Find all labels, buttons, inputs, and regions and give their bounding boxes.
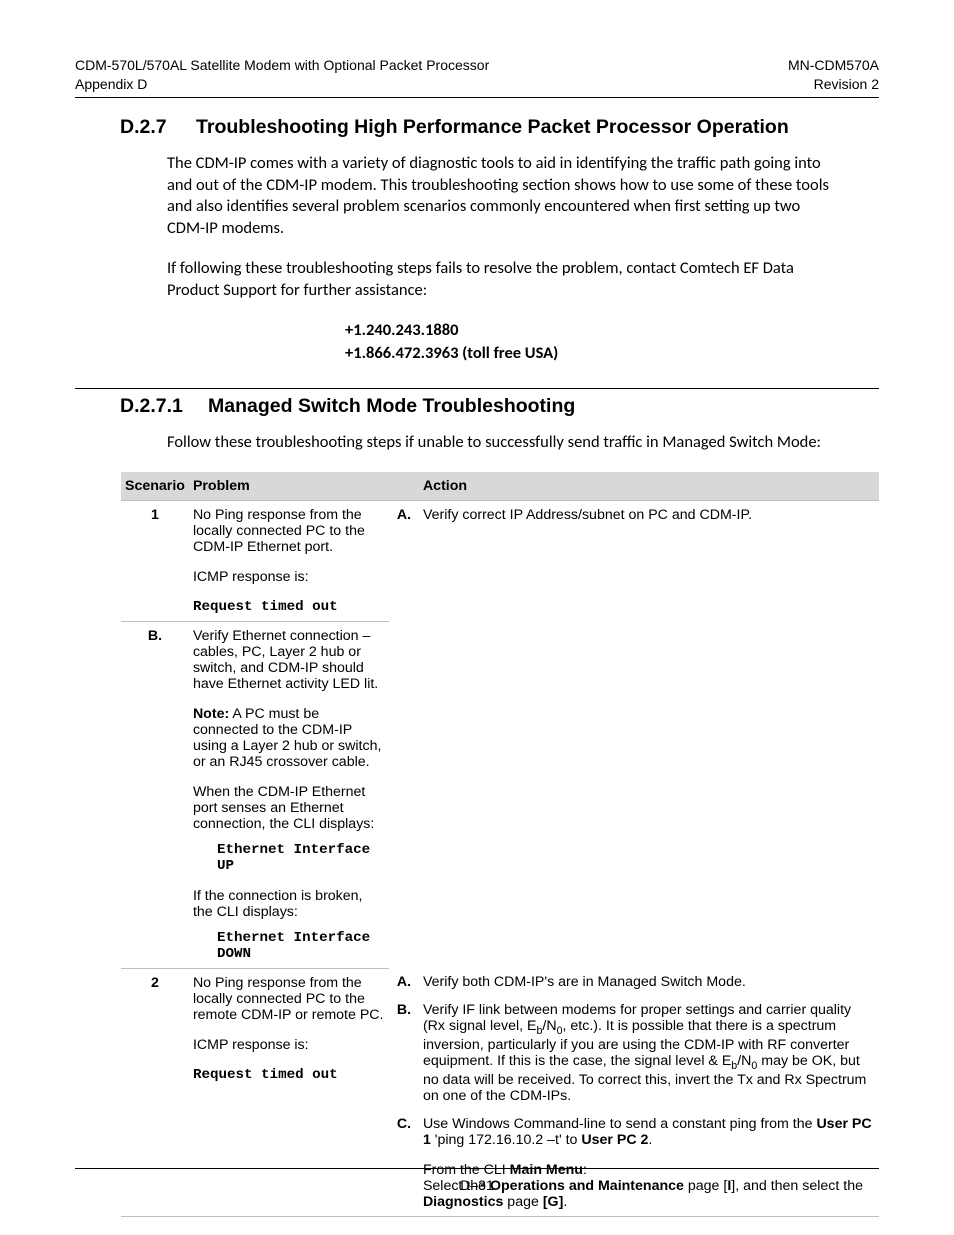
action-letter: C. [389, 1110, 419, 1217]
col-header-action-spacer [389, 472, 419, 501]
problem-text: No Ping response from the locally connec… [193, 975, 385, 1023]
col-header-problem: Problem [189, 472, 389, 501]
action-letter: A. [389, 968, 419, 996]
body-paragraph: If following these troubleshooting steps… [167, 258, 834, 302]
action-text: Verify IF link between modems for proper… [419, 996, 879, 1110]
action-sense-text: When the CDM-IP Ethernet port senses an … [193, 784, 385, 832]
action-ping-instruction: Use Windows Command-line to send a const… [423, 1116, 875, 1148]
table-row: 2 No Ping response from the locally conn… [121, 968, 879, 996]
body-paragraph: The CDM-IP comes with a variety of diagn… [167, 153, 834, 240]
troubleshooting-table: Scenario Problem Action 1 No Ping respon… [121, 472, 879, 1217]
section-number: D.2.7.1 [120, 395, 204, 418]
table-row: B. Verify Ethernet connection – cables, … [121, 621, 879, 968]
section-divider [75, 388, 879, 389]
action-text: Verify correct IP Address/subnet on PC a… [419, 500, 879, 621]
action-letter: B. [121, 621, 189, 968]
section-title: Troubleshooting High Performance Packet … [196, 116, 789, 138]
action-text: Verify both CDM-IP's are in Managed Swit… [419, 968, 879, 996]
phone-number-tollfree: +1.866.472.3963 (toll free USA) [345, 342, 879, 364]
header-rule [75, 97, 879, 98]
header-left: CDM-570L/570AL Satellite Modem with Opti… [75, 56, 489, 94]
footer-rule [75, 1168, 879, 1169]
table-header-row: Scenario Problem Action [121, 472, 879, 501]
section-number: D.2.7 [120, 116, 192, 139]
icmp-response-code: Request timed out [193, 1067, 385, 1083]
menu-main: Main Menu [510, 1162, 583, 1178]
action-letter: B. [389, 996, 419, 1110]
header-revision: Revision 2 [788, 75, 879, 94]
col-header-action: Action [419, 472, 879, 501]
section-d27-heading: D.2.7 Troubleshooting High Performance P… [120, 116, 879, 139]
header-product: CDM-570L/570AL Satellite Modem with Opti… [75, 56, 489, 75]
cell-scenario: 1 [121, 500, 189, 621]
action-note: Note: A PC must be connected to the CDM-… [193, 706, 385, 770]
body-paragraph: Follow these troubleshooting steps if un… [167, 432, 834, 454]
section-title: Managed Switch Mode Troubleshooting [208, 395, 575, 417]
header-appendix: Appendix D [75, 75, 489, 94]
problem-icmp-label: ICMP response is: [193, 569, 385, 585]
action-cell: Verify Ethernet connection – cables, PC,… [189, 621, 389, 968]
table-row: 1 No Ping response from the locally conn… [121, 500, 879, 621]
page-diagnostics: Diagnostics [423, 1194, 503, 1210]
header-docnum: MN-CDM570A [788, 56, 879, 75]
page-number: D–31 [0, 1177, 954, 1193]
icmp-response-code: Request timed out [193, 599, 385, 615]
problem-text: No Ping response from the locally connec… [193, 507, 385, 555]
user-pc-2: User PC 2 [581, 1132, 648, 1148]
header-right: MN-CDM570A Revision 2 [788, 56, 879, 94]
action-letter: A. [389, 500, 419, 621]
cli-output: Ethernet Interface UP [217, 842, 385, 874]
action-cell: Use Windows Command-line to send a const… [419, 1110, 879, 1217]
cell-problem: No Ping response from the locally connec… [189, 500, 389, 621]
note-label: Note: [193, 706, 229, 722]
action-text: Verify Ethernet connection – cables, PC,… [193, 628, 385, 692]
action-broken-text: If the connection is broken, the CLI dis… [193, 888, 385, 920]
col-header-scenario: Scenario [121, 472, 189, 501]
contact-block: +1.240.243.1880 +1.866.472.3963 (toll fr… [345, 319, 879, 364]
phone-number: +1.240.243.1880 [345, 319, 879, 341]
cli-output: Ethernet Interface DOWN [217, 930, 385, 962]
section-d271-heading: D.2.7.1 Managed Switch Mode Troubleshoot… [120, 395, 879, 418]
page: CDM-570L/570AL Satellite Modem with Opti… [0, 0, 954, 1235]
page-header: CDM-570L/570AL Satellite Modem with Opti… [75, 56, 879, 94]
problem-icmp-label: ICMP response is: [193, 1037, 385, 1053]
